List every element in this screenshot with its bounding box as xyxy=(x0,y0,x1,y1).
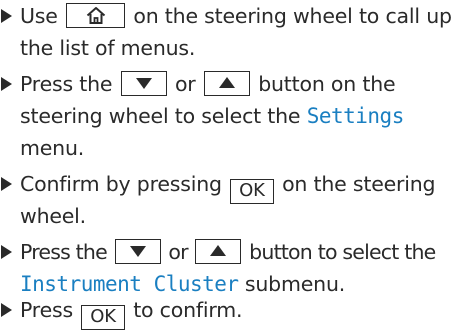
step-text: Confirm by pressing xyxy=(20,172,222,196)
step-2-line-1: Press the or button on the xyxy=(20,68,396,100)
ok-button-key: OK xyxy=(81,305,125,330)
step-text: wheel. xyxy=(20,204,86,228)
step-text: button on the xyxy=(258,72,396,96)
step-1-line-1: Use on the steering wheel to call up xyxy=(20,0,452,32)
step-2-line-3: menu. xyxy=(20,132,84,164)
triangle-down-icon xyxy=(129,246,146,257)
display-submenu-name: Instrument Cluster xyxy=(20,272,239,296)
ok-button-key: OK xyxy=(230,179,274,204)
bullet-icon xyxy=(1,68,20,100)
step-text: Use xyxy=(20,4,58,28)
step-3: Confirm by pressing OK on the steering w… xyxy=(0,168,464,232)
home-button-key xyxy=(66,3,126,28)
step-5-line-1: Press OK to confirm. xyxy=(20,296,243,330)
step-2-line-2: steering wheel to select the Settings xyxy=(20,100,404,132)
step-text: on the steering xyxy=(282,172,436,196)
step-text: submenu. xyxy=(244,272,346,296)
step-text: menu. xyxy=(20,136,85,160)
step-3-line-1: Confirm by pressing OK on the steering xyxy=(20,168,436,204)
step-text: or xyxy=(174,72,196,96)
home-icon xyxy=(86,7,105,24)
step-text: Press the xyxy=(20,72,113,96)
bullet-icon xyxy=(1,168,20,200)
step-3-line-2: wheel. xyxy=(20,200,86,232)
step-2: Press the or button on the steering whee… xyxy=(0,68,464,164)
bullet-icon xyxy=(1,0,20,32)
display-menu-name: Settings xyxy=(306,104,405,128)
step-text: or xyxy=(168,240,188,264)
step-text: steering wheel to select the xyxy=(20,104,301,128)
step-4-line-1: Press the or button to select the xyxy=(20,236,436,268)
step-text: Press xyxy=(20,298,73,322)
step-text: to confirm. xyxy=(133,298,243,322)
bullet-icon xyxy=(1,236,20,268)
step-text: button to select the xyxy=(249,240,436,264)
step-text: the list of menus. xyxy=(20,36,196,60)
down-button-key xyxy=(120,71,167,96)
triangle-down-icon xyxy=(135,78,152,89)
step-1: Use on the steering wheel to call up the… xyxy=(0,0,464,64)
up-button-key xyxy=(195,239,242,264)
step-1-line-2: the list of menus. xyxy=(20,32,195,64)
down-button-key xyxy=(114,239,161,264)
triangle-up-icon xyxy=(218,77,235,88)
triangle-up-icon xyxy=(210,245,227,256)
step-4: Press the or button to select the Instru… xyxy=(0,236,464,300)
step-text: on the steering wheel to call up xyxy=(133,4,452,28)
step-5: Press OK to confirm. xyxy=(0,296,464,330)
step-text: Press the xyxy=(20,240,108,264)
bullet-icon xyxy=(1,296,20,324)
up-button-key xyxy=(203,71,250,96)
